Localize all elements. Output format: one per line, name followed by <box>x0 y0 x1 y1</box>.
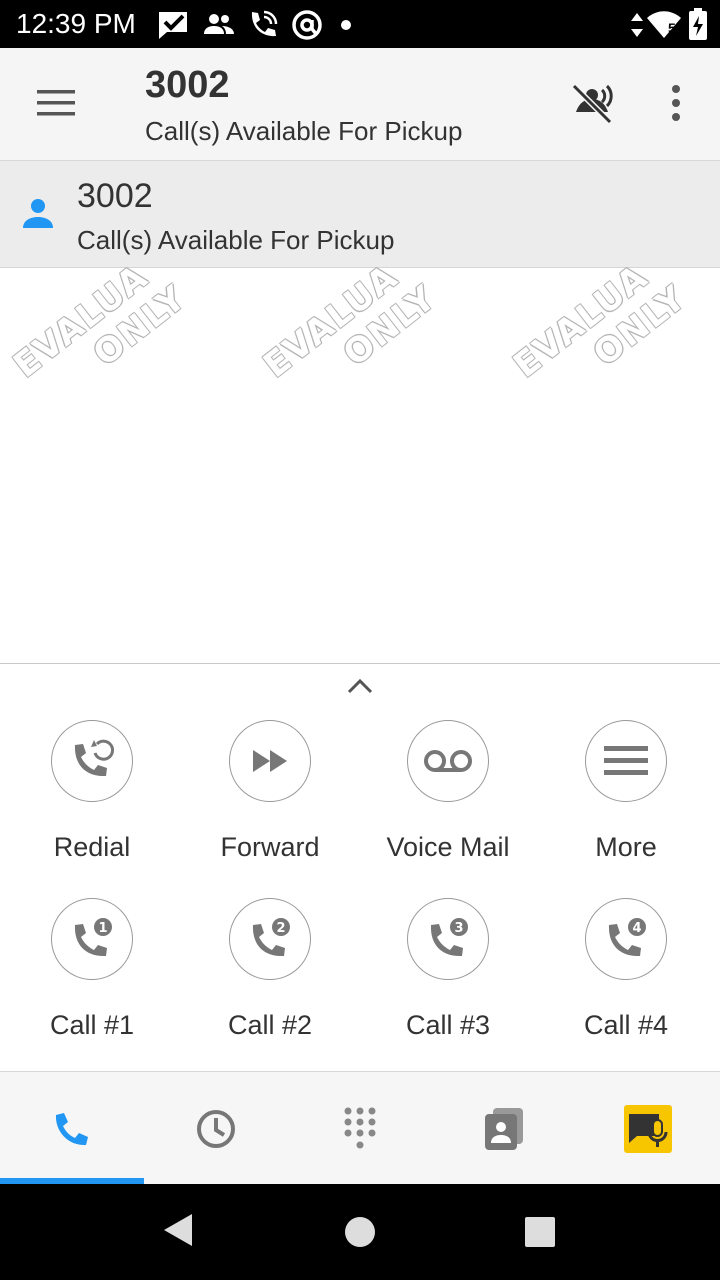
message-check-icon <box>156 8 190 47</box>
voice-mail-button[interactable]: Voice Mail <box>359 720 537 863</box>
fast-forward-icon <box>229 720 311 802</box>
recents-icon[interactable] <box>524 1216 556 1253</box>
bottom-navigation <box>0 1071 720 1185</box>
tab-contacts[interactable] <box>432 1072 576 1185</box>
call-1-button[interactable]: 1 Call #1 <box>3 898 181 1041</box>
forward-button[interactable]: Forward <box>181 720 359 863</box>
voicemail-icon <box>407 720 489 802</box>
call-4-icon: 4 <box>585 898 667 980</box>
history-icon <box>197 1109 235 1148</box>
call-3-button[interactable]: 3 Call #3 <box>359 898 537 1041</box>
call-1-icon: 1 <box>51 898 133 980</box>
redial-icon <box>51 720 133 802</box>
status-time: 12:39 PM <box>16 8 136 39</box>
voice-messaging-icon <box>624 1104 672 1153</box>
contacts-icon <box>485 1107 523 1150</box>
battery-charging-icon <box>688 8 708 47</box>
dialpad-icon <box>344 1107 376 1148</box>
wifi-icon <box>646 8 682 47</box>
system-navigation-bar <box>0 1184 720 1280</box>
svg-text:4: 4 <box>632 921 641 936</box>
phone-wifi-icon <box>246 8 280 47</box>
tab-history[interactable] <box>144 1072 288 1185</box>
more-vert-icon[interactable] <box>660 82 692 126</box>
svg-text:2: 2 <box>276 921 285 936</box>
redial-button[interactable]: Redial <box>3 720 181 863</box>
chevron-up-icon[interactable] <box>345 676 375 701</box>
status-bar: 12:39 PM 5 <box>0 0 720 48</box>
phone-icon <box>55 1112 88 1145</box>
at-circle-icon <box>290 8 324 47</box>
call-4-button[interactable]: 4 Call #4 <box>537 898 715 1041</box>
toolbar-subtitle: Call(s) Available For Pickup <box>145 116 463 146</box>
line-subtitle: Call(s) Available For Pickup <box>77 225 395 255</box>
action-panel: Redial Forward Voice Mail More 1 Call #1… <box>0 663 720 1072</box>
svg-text:3: 3 <box>454 921 463 936</box>
tab-phone[interactable] <box>0 1072 144 1185</box>
line-list-item[interactable]: 3002 Call(s) Available For Pickup <box>0 161 720 268</box>
home-icon[interactable] <box>344 1216 376 1253</box>
person-icon <box>20 195 56 236</box>
svg-text:1: 1 <box>98 921 107 936</box>
back-icon[interactable] <box>162 1212 194 1253</box>
speaker-off-icon[interactable] <box>566 82 618 126</box>
more-button[interactable]: More <box>537 720 715 863</box>
tab-dialpad[interactable] <box>288 1072 432 1185</box>
call-2-button[interactable]: 2 Call #2 <box>181 898 359 1041</box>
line-title: 3002 <box>77 177 153 215</box>
hamburger-icon[interactable] <box>26 82 86 126</box>
toolbar-title: 3002 <box>145 64 230 106</box>
tab-voice-messaging[interactable] <box>576 1072 720 1185</box>
app-toolbar: 3002 Call(s) Available For Pickup <box>0 48 720 161</box>
wifi-badge: 5 <box>668 20 676 36</box>
people-icon <box>202 8 236 47</box>
dot-icon <box>340 18 352 36</box>
call-3-icon: 3 <box>407 898 489 980</box>
menu-lines-icon <box>585 720 667 802</box>
data-arrows-icon <box>630 8 644 47</box>
call-2-icon: 2 <box>229 898 311 980</box>
